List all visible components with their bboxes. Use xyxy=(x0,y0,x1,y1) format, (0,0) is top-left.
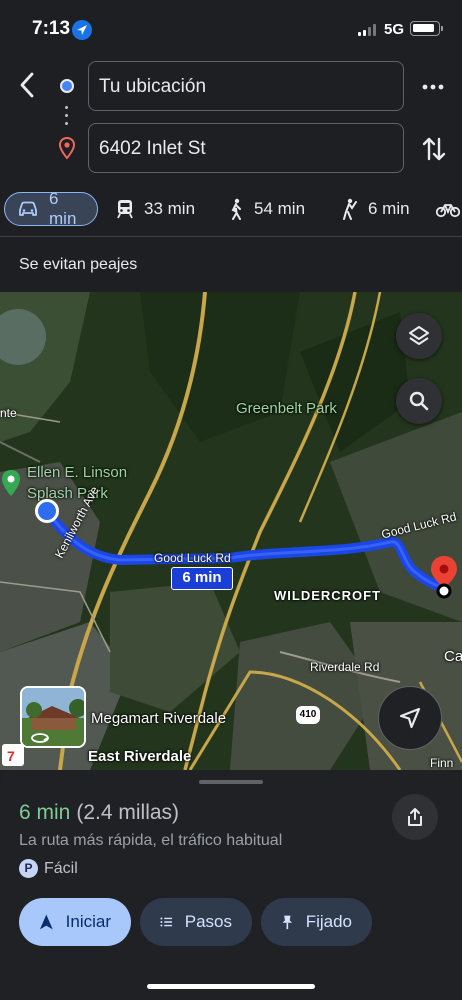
walk-icon xyxy=(231,198,241,220)
route-connector-icon xyxy=(65,106,69,128)
map-label-good-luck-1: Good Luck Rd xyxy=(154,551,231,565)
list-icon xyxy=(160,917,173,927)
route-duration: 6 min xyxy=(19,801,71,824)
route-summary: 6 min (2.4 millas) xyxy=(19,801,179,825)
route-details-sheet: 6 min (2.4 millas) La ruta más rápida, el… xyxy=(0,770,462,1000)
rideshare-icon xyxy=(343,198,357,220)
highway-shield: 410 xyxy=(296,706,320,724)
map-label-riverdale-rd: Riverdale Rd xyxy=(310,660,380,674)
origin-dot-icon xyxy=(60,79,74,93)
destination-input[interactable]: 6402 Inlet St xyxy=(88,123,404,173)
more-options-button[interactable] xyxy=(418,72,448,102)
status-bar: 7:13 5G xyxy=(0,0,462,58)
swap-button[interactable] xyxy=(420,134,448,164)
drag-handle[interactable] xyxy=(199,780,263,784)
recenter-button[interactable] xyxy=(378,686,442,750)
pinned-button[interactable]: Fijado xyxy=(261,898,372,946)
mode-driving[interactable]: 6 min xyxy=(4,189,98,228)
map-label-east-riverdale: East Riverdale xyxy=(88,748,192,765)
share-button[interactable] xyxy=(392,794,438,840)
origin-input[interactable]: Tu ubicación xyxy=(88,61,404,111)
status-time: 7:13 xyxy=(32,18,71,39)
map-view[interactable]: Greenbelt Park Ellen E. Linson Splash Pa… xyxy=(0,292,462,770)
layers-button[interactable] xyxy=(396,313,442,359)
destination-marker-icon[interactable] xyxy=(427,554,461,600)
swap-vertical-icon xyxy=(422,137,446,161)
more-horizontal-icon xyxy=(422,84,444,90)
travel-mode-tabs: 6 min 33 min 54 min 6 min xyxy=(0,189,462,230)
steps-label: Pasos xyxy=(184,912,232,931)
location-arrow-icon xyxy=(72,20,92,40)
divider xyxy=(0,236,462,237)
pin-icon xyxy=(282,915,293,930)
navigation-arrow-icon xyxy=(399,707,421,729)
map-label-nte: nte xyxy=(0,406,17,420)
360-view-icon xyxy=(31,733,49,743)
parking-label: Fácil xyxy=(44,859,78,877)
bike-icon xyxy=(436,204,460,218)
navigation-start-icon xyxy=(39,914,53,930)
signal-icon xyxy=(358,24,378,36)
map-label-linson-line1: Ellen E. Linson xyxy=(27,464,128,481)
origin-marker-icon xyxy=(35,499,59,523)
parking-icon: P xyxy=(19,859,38,878)
poi-pin-icon[interactable] xyxy=(0,468,22,498)
map-label-ca: Ca xyxy=(444,648,462,665)
start-button[interactable]: Iniciar xyxy=(19,898,131,946)
share-icon xyxy=(408,808,422,826)
mode-transit[interactable]: 33 min xyxy=(116,192,195,226)
route-distance: (2.4 millas) xyxy=(76,801,180,824)
mode-cycling[interactable] xyxy=(436,192,460,226)
map-search-button[interactable] xyxy=(396,378,442,424)
mode-rideshare-label: 6 min xyxy=(368,199,410,218)
layers-icon xyxy=(409,326,429,345)
back-button[interactable] xyxy=(12,68,42,102)
map-label-finn: Finn xyxy=(430,756,454,770)
destination-pin-icon xyxy=(57,136,77,160)
mode-driving-label: 6 min xyxy=(49,189,77,228)
svg-text:7: 7 xyxy=(7,748,15,764)
home-indicator[interactable] xyxy=(147,984,315,989)
chevron-left-icon xyxy=(20,72,34,98)
car-icon xyxy=(19,201,37,216)
parking-info: P Fácil xyxy=(19,859,78,878)
mode-rideshare[interactable]: 6 min xyxy=(340,192,410,226)
route-time-chip: 6 min xyxy=(171,567,233,590)
mode-walking-label: 54 min xyxy=(254,199,306,218)
map-label-megamart: Megamart Riverdale xyxy=(91,710,227,727)
route-description: La ruta más rápida, el tráfico habitual xyxy=(19,832,283,849)
poi-711-icon: 7 xyxy=(2,744,24,766)
search-icon xyxy=(409,391,429,411)
start-label: Iniciar xyxy=(65,912,111,931)
street-view-thumbnail[interactable] xyxy=(20,686,86,748)
pinned-label: Fijado xyxy=(305,912,352,931)
network-type: 5G xyxy=(384,21,405,38)
battery-icon xyxy=(410,21,443,36)
mode-transit-label: 33 min xyxy=(144,199,196,218)
map-label-greenbelt-park: Greenbelt Park xyxy=(236,400,337,417)
mode-walking[interactable]: 54 min xyxy=(228,192,305,226)
steps-button[interactable]: Pasos xyxy=(140,898,252,946)
avoid-tolls-note[interactable]: Se evitan peajes xyxy=(19,256,137,274)
train-icon xyxy=(117,200,133,219)
map-label-wildercroft: WILDERCROFT xyxy=(274,588,382,603)
